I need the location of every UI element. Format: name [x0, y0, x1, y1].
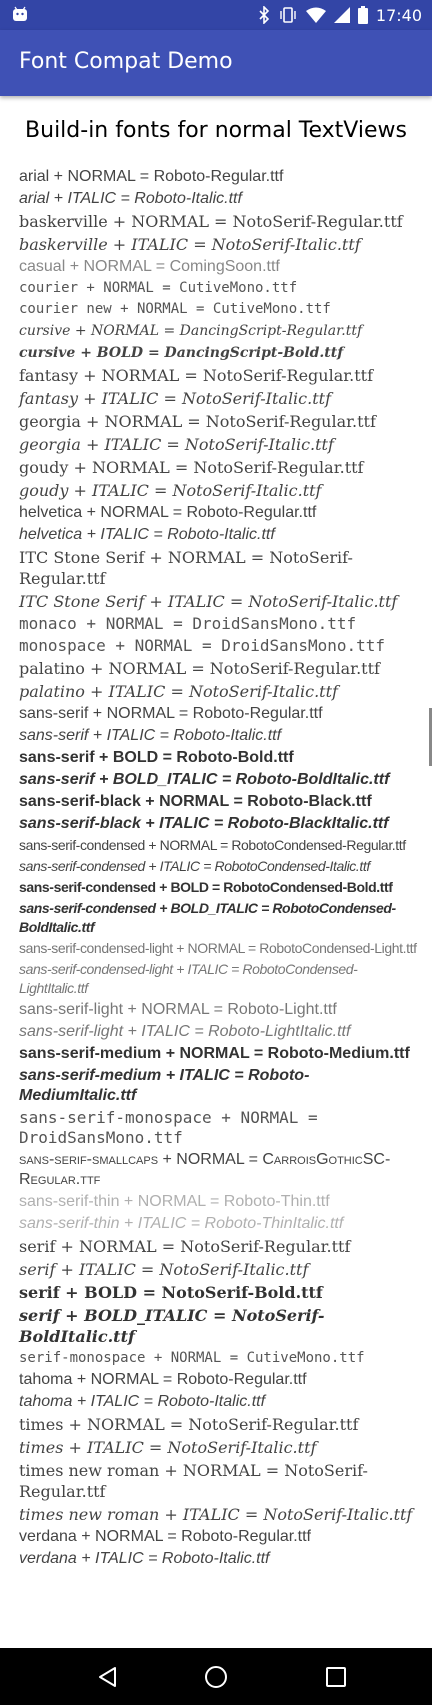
list-item: times + ITALIC = NotoSerif-Italic.ttf [19, 1438, 317, 1457]
list-item: sans-serif-black + NORMAL = Roboto-Black… [19, 793, 372, 810]
status-bar: 17:40 [0, 0, 432, 30]
list-item: sans-serif-condensed + ITALIC = RobotoCo… [19, 858, 370, 874]
list-item: ITC Stone Serif + ITALIC = NotoSerif-Ita… [19, 592, 398, 611]
list-item: tahoma + NORMAL = Roboto-Regular.ttf [19, 1371, 307, 1388]
list-item: sans-serif-condensed-light + ITALIC = Ro… [19, 961, 358, 996]
list-item: cursive + BOLD = DancingScript-Bold.ttf [19, 345, 344, 361]
list-item: serif + ITALIC = NotoSerif-Italic.ttf [19, 1260, 309, 1279]
list-item: baskerville + NORMAL = NotoSerif-Regular… [19, 212, 403, 231]
list-item: ITC Stone Serif + NORMAL = NotoSerif-Reg… [19, 548, 353, 588]
list-item: casual + NORMAL = ComingSoon.ttf [19, 258, 280, 275]
list-item: sans-serif-condensed + NORMAL = RobotoCo… [19, 837, 406, 853]
list-item: sans-serif-monospace + NORMAL = DroidSan… [19, 1108, 318, 1147]
list-item: sans-serif + BOLD = Roboto-Bold.ttf [19, 749, 294, 766]
list-item: serif + BOLD_ITALIC = NotoSerif-BoldItal… [19, 1306, 325, 1346]
list-item: sans-serif-thin + NORMAL = Roboto-Thin.t… [19, 1193, 330, 1210]
list-item: courier new + NORMAL = CutiveMono.ttf [19, 301, 331, 317]
list-item: verdana + ITALIC = Roboto-Italic.ttf [19, 1550, 270, 1567]
back-icon[interactable] [96, 1665, 120, 1689]
list-item: georgia + NORMAL = NotoSerif-Regular.ttf [19, 412, 376, 431]
list-item: fantasy + ITALIC = NotoSerif-Italic.ttf [19, 389, 331, 408]
font-list: arial + NORMAL = Roboto-Regular.ttf aria… [19, 166, 419, 1570]
app-title: Font Compat Demo [19, 49, 233, 74]
list-item: times + NORMAL = NotoSerif-Regular.ttf [19, 1415, 359, 1434]
list-item: baskerville + ITALIC = NotoSerif-Italic.… [19, 235, 361, 254]
list-item: serif + NORMAL = NotoSerif-Regular.ttf [19, 1237, 351, 1256]
list-item: times new roman + NORMAL = NotoSerif-Reg… [19, 1461, 368, 1501]
list-item: times new roman + ITALIC = NotoSerif-Ita… [19, 1505, 413, 1524]
list-item: fantasy + NORMAL = NotoSerif-Regular.ttf [19, 366, 373, 385]
list-item: verdana + NORMAL = Roboto-Regular.ttf [19, 1528, 311, 1545]
list-item: cursive + NORMAL = DancingScript-Regular… [19, 323, 363, 339]
list-item: tahoma + ITALIC = Roboto-Italic.ttf [19, 1393, 266, 1410]
list-item: goudy + NORMAL = NotoSerif-Regular.ttf [19, 458, 364, 477]
navigation-bar [0, 1648, 432, 1705]
list-item: sans-serif-light + ITALIC = Roboto-Light… [19, 1023, 351, 1040]
list-item: sans-serif-medium + ITALIC = Roboto-Medi… [19, 1067, 310, 1104]
list-item: arial + NORMAL = Roboto-Regular.ttf [19, 168, 284, 185]
list-item: arial + ITALIC = Roboto-Italic.ttf [19, 190, 242, 207]
list-item: sans-serif-light + NORMAL = Roboto-Light… [19, 1001, 337, 1018]
android-icon [13, 6, 27, 21]
list-item: serif + BOLD = NotoSerif-Bold.ttf [19, 1283, 323, 1302]
list-item: sans-serif-condensed + BOLD = RobotoCond… [19, 879, 393, 895]
list-item: sans-serif-thin + ITALIC = Roboto-ThinIt… [19, 1215, 344, 1232]
list-item: goudy + ITALIC = NotoSerif-Italic.ttf [19, 481, 322, 500]
vibrate-icon [280, 7, 296, 23]
list-item: sans-serif + NORMAL = Roboto-Regular.ttf [19, 705, 323, 722]
bluetooth-icon [259, 6, 270, 24]
home-icon[interactable] [204, 1665, 228, 1689]
app-bar: Font Compat Demo [0, 30, 432, 96]
list-item: serif-monospace + NORMAL = CutiveMono.tt… [19, 1350, 365, 1366]
signal-icon [333, 7, 350, 23]
list-item: courier + NORMAL = CutiveMono.ttf [19, 280, 298, 296]
list-item: monospace + NORMAL = DroidSansMono.ttf [19, 636, 386, 655]
font-list-screen[interactable]: Build-in fonts for normal TextViews aria… [0, 96, 432, 1648]
status-time: 17:40 [375, 5, 422, 25]
list-item: helvetica + ITALIC = Roboto-Italic.ttf [19, 526, 275, 543]
list-item: sans-serif-medium + NORMAL = Roboto-Medi… [19, 1045, 410, 1062]
list-item: georgia + ITALIC = NotoSerif-Italic.ttf [19, 435, 334, 454]
list-item: sans-serif + BOLD_ITALIC = Roboto-BoldIt… [19, 771, 390, 788]
list-item: sans-serif + ITALIC = Roboto-Italic.ttf [19, 727, 282, 744]
recents-icon[interactable] [324, 1665, 348, 1689]
list-item: sans-serif-black + ITALIC = Roboto-Black… [19, 815, 389, 832]
list-item: palatino + ITALIC = NotoSerif-Italic.ttf [19, 682, 338, 701]
wifi-icon [305, 7, 326, 23]
list-item: sans-serif-smallcaps + NORMAL = CarroisG… [19, 1151, 391, 1188]
list-item: sans-serif-condensed-light + NORMAL = Ro… [19, 940, 417, 956]
list-item: palatino + NORMAL = NotoSerif-Regular.tt… [19, 659, 380, 678]
list-item: sans-serif-condensed + BOLD_ITALIC = Rob… [19, 900, 396, 935]
battery-icon [357, 6, 368, 24]
page-heading: Build-in fonts for normal TextViews [25, 118, 407, 143]
list-item: monaco + NORMAL = DroidSansMono.ttf [19, 614, 357, 633]
list-item: helvetica + NORMAL = Roboto-Regular.ttf [19, 504, 317, 521]
